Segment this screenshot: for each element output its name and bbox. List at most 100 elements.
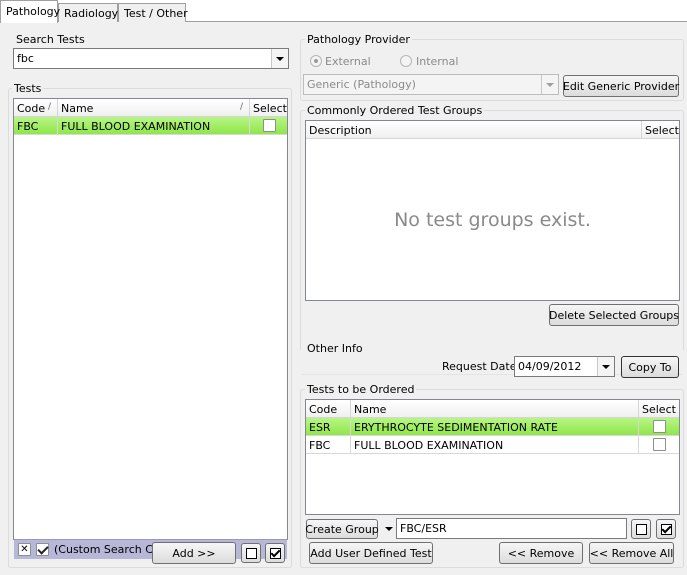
tab-label: Radiology	[64, 7, 119, 20]
row-select-checkbox[interactable]	[653, 438, 666, 451]
internal-label: Internal	[416, 55, 459, 68]
ordered-label: Tests to be Ordered	[305, 383, 417, 396]
column-header-select[interactable]: Select	[642, 121, 679, 139]
tests-group: Tests Code / Name / Select FBC FULL BLOOD …	[8, 82, 292, 568]
group-name-value: FBC/ESR	[400, 522, 447, 535]
provider-group: Pathology Provider External Internal Gen…	[300, 33, 684, 101]
chevron-down-icon	[385, 527, 393, 531]
filter-enable-checkbox[interactable]	[36, 543, 49, 556]
column-header-code[interactable]: Code /	[14, 99, 58, 117]
column-header-name[interactable]: Name	[351, 400, 639, 418]
test-groups-group: Commonly Ordered Test Groups Description…	[300, 104, 684, 352]
create-group-button[interactable]: Create Group	[305, 519, 379, 539]
group-name-input[interactable]: FBC/ESR	[396, 518, 627, 539]
column-label: Name	[61, 102, 94, 115]
row-code: FBC	[306, 436, 351, 454]
request-date-value: 04/09/2012	[518, 360, 582, 373]
test-groups-grid: Description Select No test groups exist.	[305, 120, 680, 301]
add-button-label: Add >>	[172, 546, 216, 560]
select-all-ordered-button[interactable]	[656, 519, 676, 539]
column-header-description[interactable]: Description	[306, 121, 642, 139]
delete-selected-groups-button[interactable]: Delete Selected Groups	[549, 304, 679, 326]
ordered-grid-header: Code Name Select	[306, 400, 679, 418]
deselect-all-ordered-button[interactable]	[631, 519, 651, 539]
provider-combo[interactable]: Generic (Pathology)	[303, 74, 559, 95]
search-label: Search Tests	[14, 33, 87, 46]
sort-icon: /	[47, 102, 51, 112]
other-info-group: Other Info Request Date 04/09/2012 Copy …	[300, 342, 684, 378]
request-date-label: Request Date	[442, 360, 517, 373]
row-select-checkbox[interactable]	[653, 420, 666, 433]
column-label: Code	[309, 403, 338, 416]
provider-dropdown-button[interactable]	[541, 75, 558, 94]
remove-all-button[interactable]: << Remove All	[589, 542, 674, 564]
empty-groups-message: No test groups exist.	[394, 209, 591, 231]
row-code: FBC	[14, 117, 58, 135]
row-name: FULL BLOOD EXAMINATION	[58, 117, 250, 135]
ordered-grid: Code Name Select ESR ERYTHROCYTE SEDIMEN…	[305, 399, 680, 515]
table-row[interactable]: FBC FULL BLOOD EXAMINATION	[306, 436, 679, 454]
checkbox-empty-icon	[245, 547, 257, 559]
column-header-select[interactable]: Select	[639, 400, 679, 418]
column-label: Select	[642, 403, 676, 416]
row-name: FULL BLOOD EXAMINATION	[351, 436, 639, 454]
tests-grid-header: Code / Name / Select	[14, 99, 287, 117]
column-label: Code	[17, 102, 46, 115]
column-label: Select	[645, 124, 679, 137]
search-dropdown-button[interactable]	[271, 49, 288, 68]
external-radio[interactable]	[310, 55, 322, 67]
checkbox-checked-icon	[660, 523, 672, 535]
tab-label: Pathology	[6, 5, 61, 18]
column-header-code[interactable]: Code	[306, 400, 351, 418]
tab-label: Test / Other	[124, 7, 188, 20]
column-label: Select	[253, 102, 287, 115]
search-group: Search Tests fbc	[8, 33, 292, 72]
table-row[interactable]: FBC FULL BLOOD EXAMINATION	[14, 117, 287, 135]
row-select-checkbox[interactable]	[263, 119, 276, 132]
tab-pathology[interactable]: Pathology	[0, 0, 61, 23]
delete-groups-label: Delete Selected Groups	[548, 308, 680, 322]
test-groups-label: Commonly Ordered Test Groups	[305, 104, 485, 117]
create-group-label: Create Group	[305, 522, 379, 536]
tests-label: Tests	[12, 82, 44, 95]
copy-to-label: Copy To	[628, 360, 672, 374]
checkbox-empty-icon	[635, 523, 647, 535]
test-groups-grid-header: Description Select	[306, 121, 679, 139]
deselect-all-tests-button[interactable]	[241, 543, 261, 563]
other-info-label: Other Info	[305, 342, 365, 355]
tests-grid: Code / Name / Select FBC FULL BLOOD EXAMIN…	[13, 98, 288, 540]
remove-label: << Remove	[507, 546, 575, 560]
external-label: External	[325, 55, 371, 68]
date-dropdown-button[interactable]	[597, 357, 614, 376]
tab-panel: Search Tests fbc Tests Code / Name / Selec…	[0, 22, 687, 575]
remove-button[interactable]: << Remove	[499, 542, 583, 564]
internal-radio[interactable]	[400, 55, 412, 67]
add-user-defined-test-button[interactable]: Add User Defined Test	[309, 542, 433, 564]
chevron-down-icon	[602, 364, 610, 369]
clear-filter-icon[interactable]: ✕	[18, 543, 31, 556]
remove-all-label: << Remove All	[589, 546, 674, 560]
select-all-tests-button[interactable]	[265, 543, 285, 563]
row-name: ERYTHROCYTE SEDIMENTATION RATE	[351, 418, 639, 436]
column-header-name[interactable]: Name /	[58, 99, 250, 117]
table-row[interactable]: ESR ERYTHROCYTE SEDIMENTATION RATE	[306, 418, 679, 436]
create-group-dropdown-button[interactable]	[382, 519, 396, 539]
tab-test-other[interactable]: Test / Other	[118, 3, 188, 22]
column-header-select[interactable]: Select	[250, 99, 287, 117]
add-user-test-label: Add User Defined Test	[310, 546, 432, 560]
column-label: Description	[309, 124, 372, 137]
column-label: Name	[354, 403, 387, 416]
request-date-input[interactable]: 04/09/2012	[514, 356, 615, 377]
edit-generic-provider-button[interactable]: Edit Generic Provider	[563, 75, 679, 97]
tab-bar: Pathology Radiology Test / Other	[0, 0, 687, 23]
edit-provider-label: Edit Generic Provider	[562, 79, 680, 93]
search-input[interactable]: fbc	[13, 48, 289, 69]
provider-label: Pathology Provider	[305, 33, 412, 46]
row-code: ESR	[306, 418, 351, 436]
provider-value: Generic (Pathology)	[307, 78, 416, 91]
copy-to-button[interactable]: Copy To	[621, 356, 679, 378]
sort-icon: /	[239, 102, 243, 112]
add-button[interactable]: Add >>	[152, 542, 236, 564]
tab-radiology[interactable]: Radiology	[58, 3, 118, 22]
chevron-down-icon	[546, 82, 554, 87]
